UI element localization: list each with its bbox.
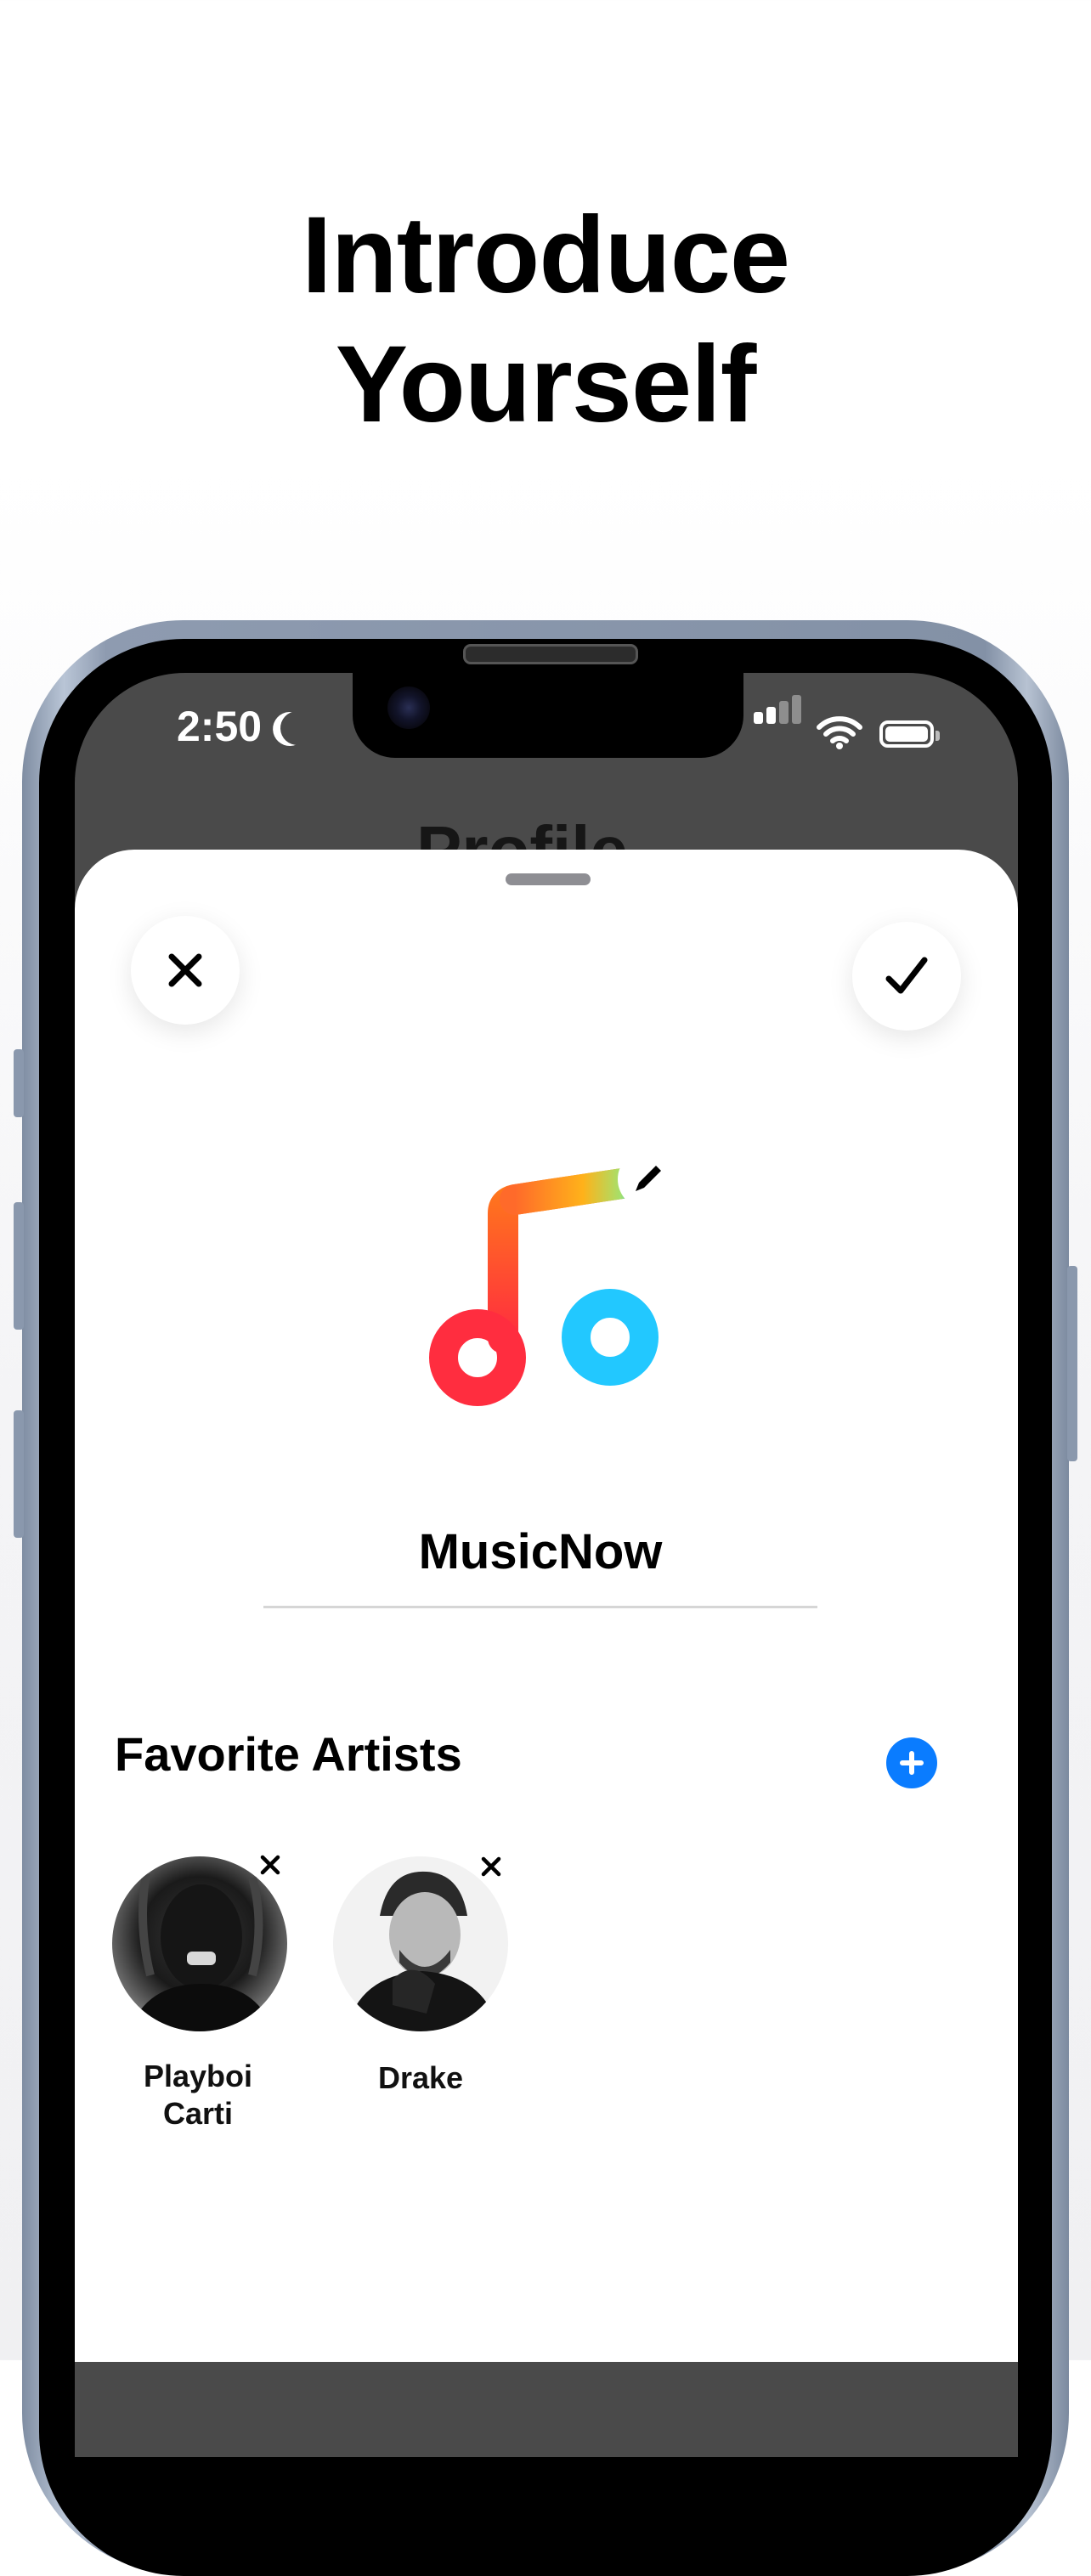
phone-silent-switch [14, 1049, 24, 1117]
close-button[interactable] [131, 916, 240, 1025]
artist-name-line-2: Carti [162, 2096, 234, 2131]
earpiece-speaker [463, 644, 638, 664]
pencil-icon [636, 1166, 661, 1191]
headline-line-1: Introduce [301, 195, 790, 316]
front-camera [387, 686, 430, 729]
close-icon [168, 953, 202, 987]
battery-icon [879, 720, 940, 748]
artist-name-drake: Drake [319, 2059, 523, 2097]
checkmark-icon [885, 957, 928, 994]
wifi-icon [817, 716, 862, 749]
favorite-artists-title: Favorite Artists [115, 1727, 462, 1781]
status-time: 2:50 [177, 703, 263, 750]
phone-power-button [1067, 1266, 1077, 1461]
add-artist-button[interactable] [886, 1737, 937, 1788]
name-input-underline [263, 1606, 817, 1608]
artist-avatar-playboi-carti[interactable] [112, 1856, 287, 2031]
artist-name-playboi-carti: Playboi Carti [96, 2058, 300, 2133]
headline: Introduce Yourself [0, 191, 1091, 449]
artist-photo [346, 1871, 499, 2031]
remove-artist-drake-icon[interactable] [478, 1854, 504, 1879]
sheet-grabber[interactable] [506, 873, 591, 885]
edit-image-button[interactable] [618, 1150, 677, 1209]
phone-volume-up [14, 1202, 24, 1330]
phone-volume-down [14, 1410, 24, 1538]
artist-name-line-1: Playboi [143, 2059, 253, 2093]
artist-photo [129, 1873, 274, 2031]
plus-icon [900, 1751, 924, 1775]
artist-avatar-drake[interactable] [333, 1856, 508, 2031]
headline-line-2: Yourself [335, 324, 757, 445]
confirm-button[interactable] [852, 922, 961, 1031]
name-input[interactable]: MusicNow [263, 1523, 817, 1580]
remove-artist-playboi-carti-icon[interactable] [257, 1852, 283, 1878]
artist-name-line-1: Drake [377, 2060, 464, 2095]
